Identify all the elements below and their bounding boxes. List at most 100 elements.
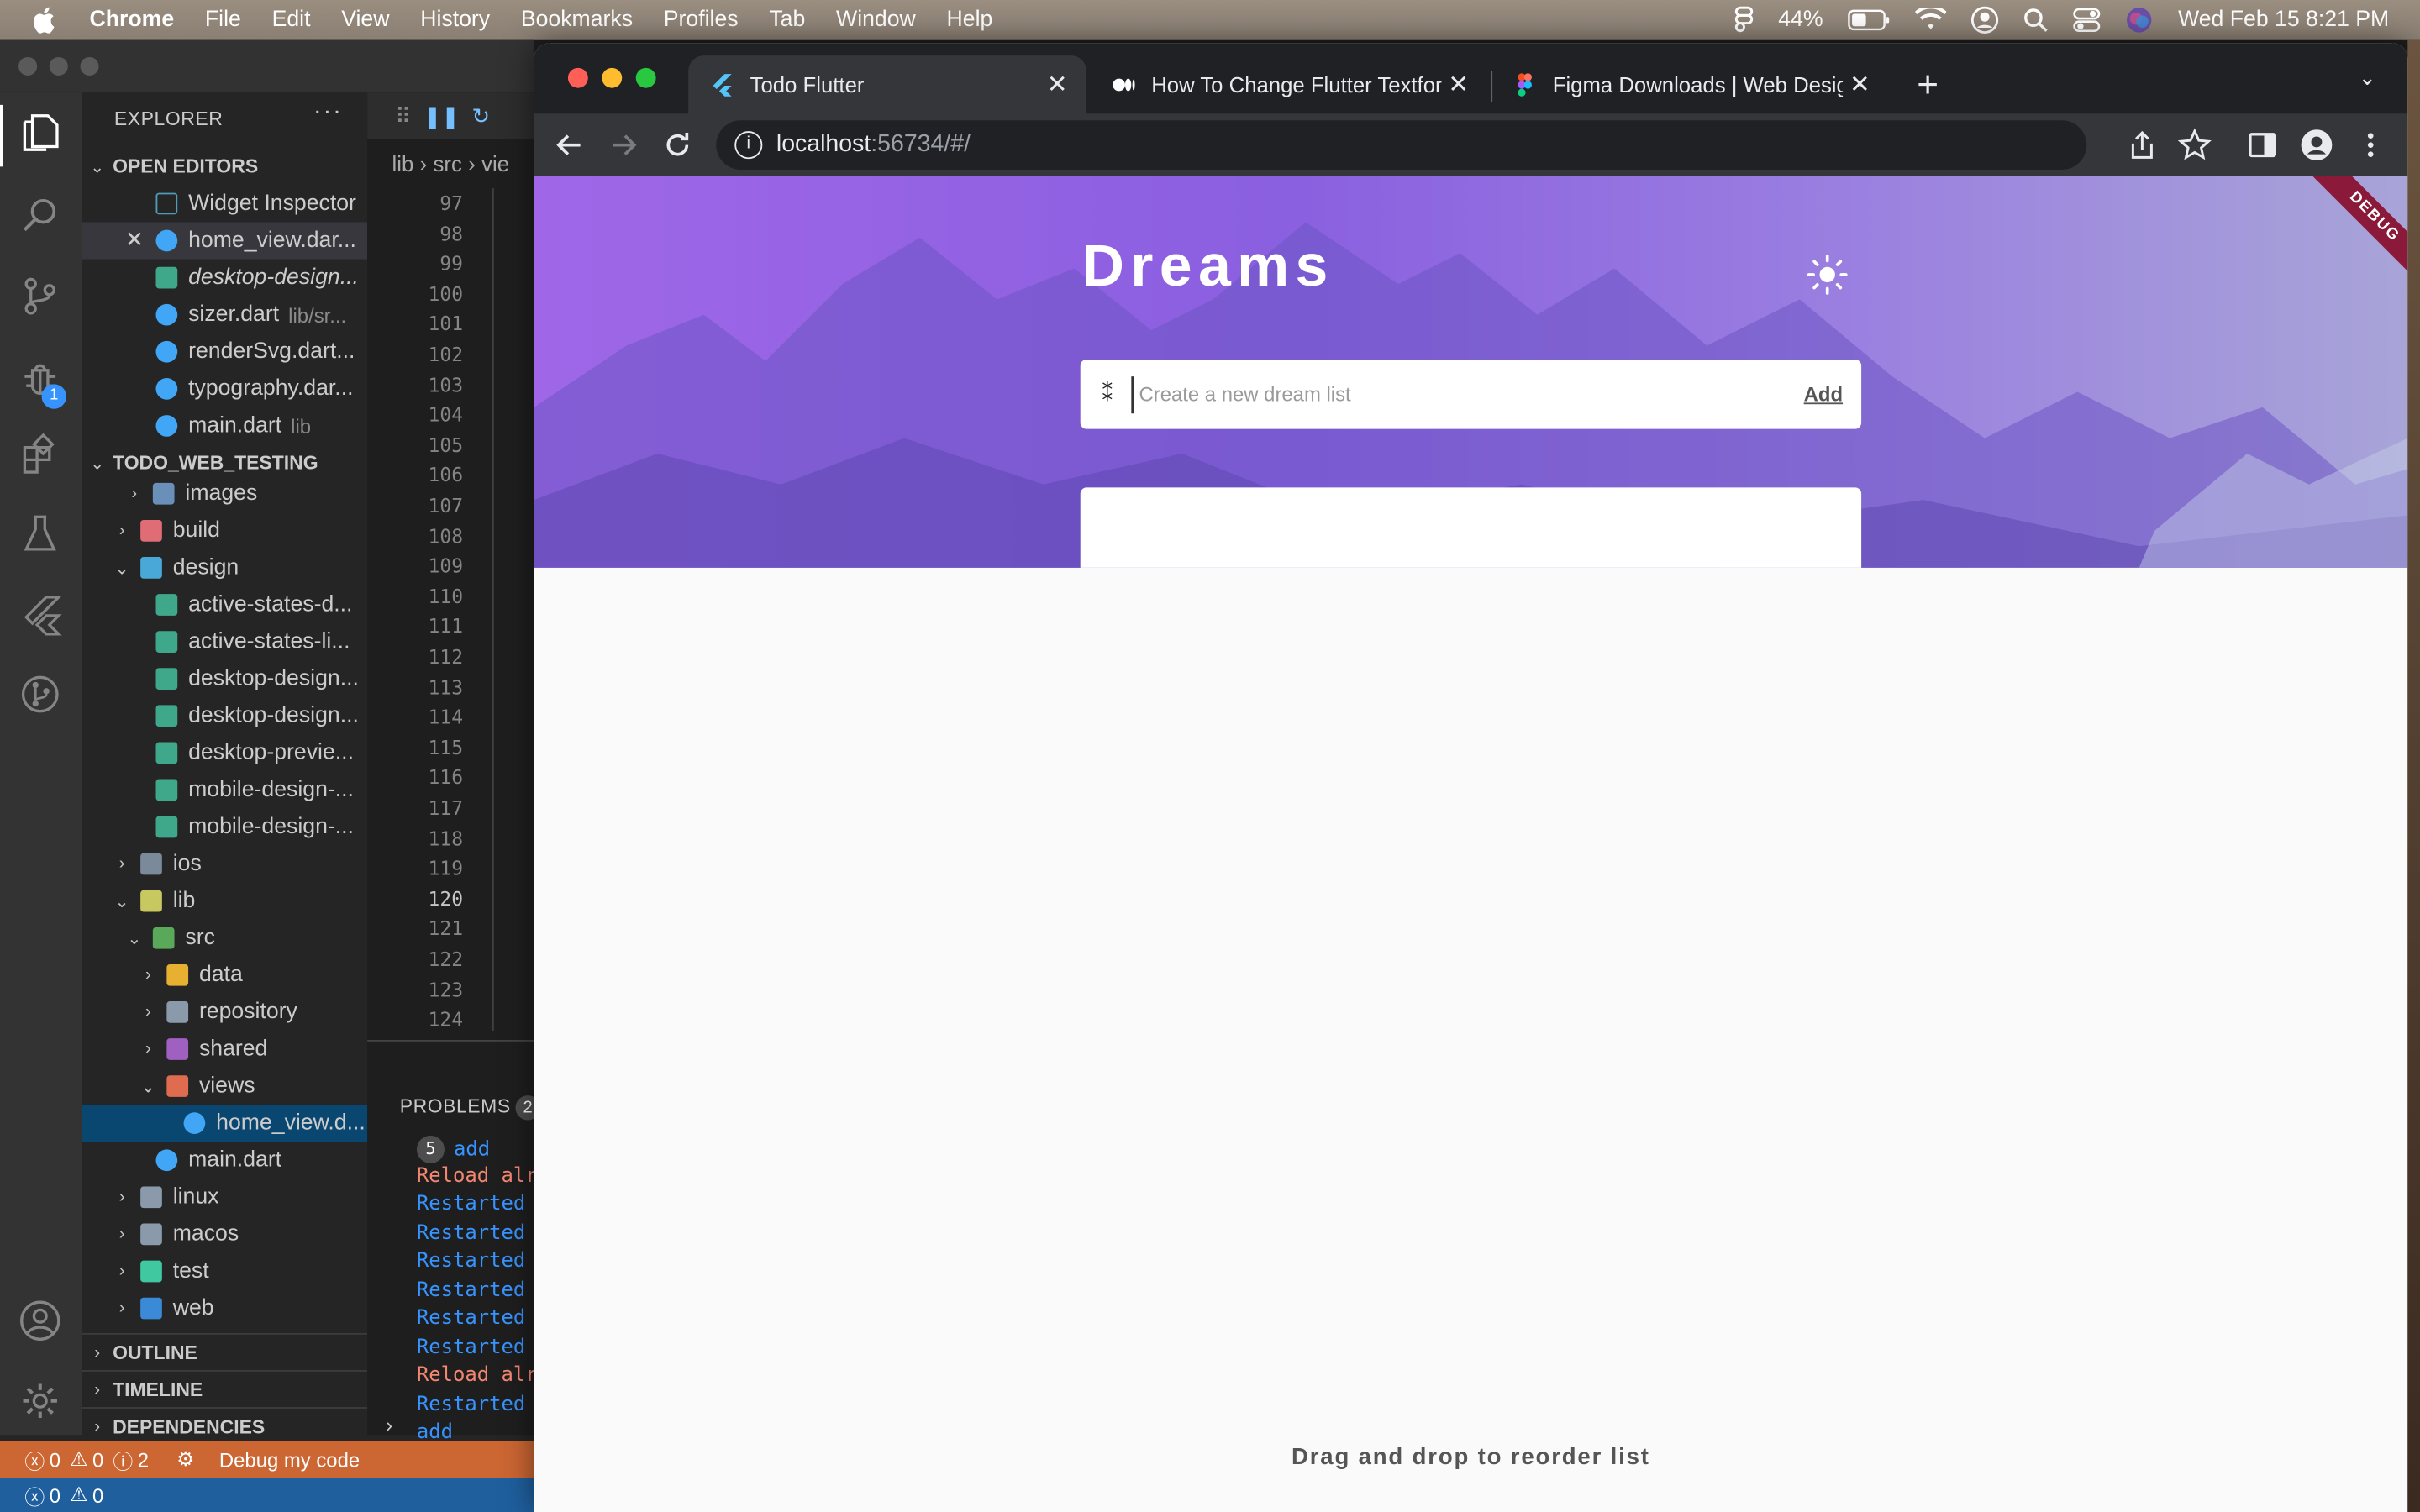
tree-file[interactable]: desktop-design... xyxy=(82,697,367,734)
menu-history[interactable]: History xyxy=(420,8,490,32)
sun-theme-toggle-icon[interactable] xyxy=(1806,253,1849,296)
share-icon[interactable] xyxy=(2125,128,2159,161)
open-editor-item[interactable]: sizer.dart lib/sr... xyxy=(82,297,367,333)
errors-icon[interactable]: ⓧ xyxy=(24,1445,45,1474)
tree-folder[interactable]: ⌄ src xyxy=(82,920,367,957)
tree-folder[interactable]: › ios xyxy=(82,846,367,883)
bookmark-star-icon[interactable] xyxy=(2177,128,2212,161)
menu-bookmarks[interactable]: Bookmarks xyxy=(521,8,633,32)
side-panel-icon[interactable] xyxy=(2245,128,2279,161)
open-editor-item[interactable]: main.dart lib xyxy=(82,407,367,444)
menu-window[interactable]: Window xyxy=(836,8,916,32)
tree-file[interactable]: desktop-design... xyxy=(82,660,367,697)
siri-icon[interactable] xyxy=(2126,6,2154,34)
spotlight-search-icon[interactable] xyxy=(2023,8,2049,32)
settings-gear-icon[interactable] xyxy=(18,1379,61,1422)
tree-file[interactable]: desktop-previe... xyxy=(82,734,367,771)
outline-section[interactable]: › OUTLINE xyxy=(82,1332,368,1370)
testing-icon[interactable] xyxy=(18,512,61,555)
tree-folder[interactable]: ⌄ views xyxy=(82,1068,367,1105)
new-tab-icon[interactable]: + xyxy=(1917,65,1939,108)
close-editor-icon[interactable]: ✕ xyxy=(125,228,156,253)
menu-file[interactable]: File xyxy=(205,8,241,32)
open-editor-item[interactable]: Widget Inspector xyxy=(82,185,367,222)
wifi-icon[interactable] xyxy=(1915,8,1947,32)
tree-folder[interactable]: › web xyxy=(82,1290,367,1327)
menu-app-name[interactable]: Chrome xyxy=(90,8,175,32)
tab-medium-article[interactable]: How To Change Flutter Textform ✕ xyxy=(1090,55,1488,114)
menu-clock[interactable]: Wed Feb 15 8:21 PM xyxy=(2178,8,2389,32)
breadcrumb-item[interactable]: vie xyxy=(481,151,509,176)
extensions-icon[interactable] xyxy=(18,432,61,475)
tree-folder[interactable]: › build xyxy=(82,512,367,549)
dependencies-section[interactable]: › DEPENDENCIES xyxy=(82,1407,368,1444)
debug-config-label[interactable]: Debug my code xyxy=(219,1448,360,1472)
address-bar[interactable]: i localhost:56734/#/ xyxy=(716,120,2087,171)
info-count[interactable]: 2 xyxy=(138,1448,149,1472)
apple-icon[interactable] xyxy=(31,6,59,34)
tree-folder[interactable]: › macos xyxy=(82,1215,367,1252)
close-tab-icon[interactable]: ✕ xyxy=(1040,70,1074,101)
open-editors-section[interactable]: ⌄ OPEN EDITORS xyxy=(82,148,367,185)
site-info-icon[interactable]: i xyxy=(734,131,763,160)
open-editor-item[interactable]: ✕ home_view.dar... xyxy=(82,222,368,260)
warnings-icon[interactable]: ⚠ xyxy=(70,1483,87,1507)
tab-search-chevron-icon[interactable]: ⌄ xyxy=(2359,65,2377,91)
source-control-icon[interactable] xyxy=(18,275,61,318)
errors-count[interactable]: 0 xyxy=(50,1448,60,1472)
open-editor-item[interactable]: desktop-design... xyxy=(82,260,367,297)
control-center-icon[interactable] xyxy=(2073,8,2101,33)
git-graph-icon[interactable] xyxy=(18,673,61,716)
minimize-window-button[interactable] xyxy=(49,56,68,76)
breadcrumb-item[interactable]: src xyxy=(434,151,462,176)
tree-folder[interactable]: › test xyxy=(82,1252,367,1289)
zoom-window-button[interactable] xyxy=(80,56,99,76)
profile-avatar-icon[interactable] xyxy=(2300,128,2333,161)
close-tab-icon[interactable]: ✕ xyxy=(1843,70,1876,101)
close-window-button[interactable] xyxy=(567,67,588,88)
minimize-window-button[interactable] xyxy=(602,67,623,88)
tab-figma-downloads[interactable]: Figma Downloads | Web Design ✕ xyxy=(1491,55,1889,114)
tree-folder[interactable]: › data xyxy=(82,957,367,994)
tree-folder[interactable]: › images xyxy=(82,475,367,512)
tree-folder[interactable]: › repository xyxy=(82,994,367,1031)
tree-folder[interactable]: › shared xyxy=(82,1031,367,1068)
tree-file[interactable]: active-states-d... xyxy=(82,586,367,623)
tree-file[interactable]: mobile-design-... xyxy=(82,808,367,845)
flutter-icon[interactable] xyxy=(18,592,62,636)
warnings-icon[interactable]: ⚠ xyxy=(70,1447,87,1472)
accounts-icon[interactable] xyxy=(18,1299,61,1342)
menu-edit[interactable]: Edit xyxy=(272,8,311,32)
info-icon[interactable]: ⓘ xyxy=(113,1445,133,1474)
reload-icon[interactable] xyxy=(660,128,694,161)
tree-folder[interactable]: ⌄ lib xyxy=(82,883,367,920)
warnings-count[interactable]: 0 xyxy=(92,1483,103,1507)
figma-menu-icon[interactable] xyxy=(1735,6,1754,34)
tree-file[interactable]: main.dart xyxy=(82,1142,367,1179)
errors-count[interactable]: 0 xyxy=(50,1483,60,1507)
user-account-icon[interactable] xyxy=(1971,6,1999,34)
close-tab-icon[interactable]: ✕ xyxy=(1442,70,1476,101)
explorer-icon[interactable] xyxy=(18,111,61,154)
back-arrow-icon[interactable] xyxy=(553,128,587,161)
console-prompt-icon[interactable]: › xyxy=(386,1413,392,1436)
open-editor-item[interactable]: renderSvg.dart... xyxy=(82,333,367,370)
chrome-menu-icon[interactable] xyxy=(2354,128,2387,161)
problems-tab[interactable]: PROBLEMS xyxy=(400,1095,511,1117)
more-actions-icon[interactable]: ··· xyxy=(313,99,343,127)
errors-icon[interactable]: ⓧ xyxy=(24,1480,45,1509)
forward-arrow-icon[interactable] xyxy=(607,128,640,161)
menu-view[interactable]: View xyxy=(341,8,389,32)
battery-icon[interactable] xyxy=(1848,9,1891,31)
new-dream-input[interactable] xyxy=(1131,375,1804,413)
menu-profiles[interactable]: Profiles xyxy=(664,8,739,32)
warnings-count[interactable]: 0 xyxy=(92,1448,103,1472)
zoom-window-button[interactable] xyxy=(635,67,656,88)
search-icon[interactable] xyxy=(18,194,61,237)
timeline-section[interactable]: › TIMELINE xyxy=(82,1370,368,1407)
open-editor-item[interactable]: typography.dar... xyxy=(82,370,367,407)
close-window-button[interactable] xyxy=(18,56,38,76)
tab-todo-flutter[interactable]: Todo Flutter ✕ xyxy=(688,55,1087,114)
menu-help[interactable]: Help xyxy=(947,8,993,32)
debug-launch-icon[interactable]: ⚙ xyxy=(176,1447,194,1472)
